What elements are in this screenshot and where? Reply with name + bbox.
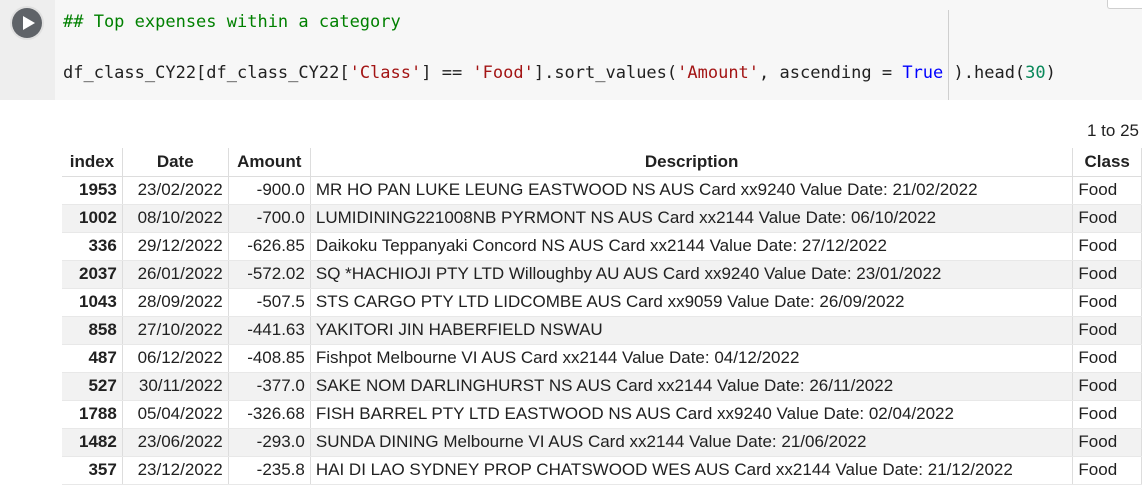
cell-index: 1953 xyxy=(62,176,123,205)
cell-index: 527 xyxy=(62,372,123,401)
cell-date: 30/11/2022 xyxy=(122,372,229,401)
cell-date: 26/01/2022 xyxy=(122,260,229,289)
code-token: ).head( xyxy=(943,63,1026,83)
cell-class: Food xyxy=(1072,456,1142,485)
cell-description: Fishpot Melbourne VI AUS Card xx2144 Val… xyxy=(310,344,1074,373)
code-token: , ascending = xyxy=(759,63,903,83)
cell-class: Food xyxy=(1072,344,1142,373)
code-keyword: True xyxy=(902,63,944,83)
cell-amount: -408.85 xyxy=(228,344,311,373)
cell-index: 1788 xyxy=(62,400,123,429)
cell-index: 2037 xyxy=(62,260,123,289)
cell-description: STS CARGO PTY LTD LIDCOMBE AUS Card xx90… xyxy=(310,288,1074,317)
cell-class: Food xyxy=(1072,204,1142,233)
cell-class: Food xyxy=(1072,232,1142,261)
code-cell[interactable]: ## Top expenses within a category df_cla… xyxy=(0,0,1142,100)
cell-description: YAKITORI JIN HABERFIELD NSWAU xyxy=(310,316,1074,345)
cell-class: Food xyxy=(1072,260,1142,289)
cell-index: 1482 xyxy=(62,428,123,457)
code-token: ] == xyxy=(421,63,473,83)
cell-amount: -900.0 xyxy=(228,176,311,205)
cell-date: 23/06/2022 xyxy=(122,428,229,457)
cell-amount: -326.68 xyxy=(228,400,311,429)
column-header-date[interactable]: Date xyxy=(122,148,229,177)
cell-index: 858 xyxy=(62,316,123,345)
cell-date: 08/10/2022 xyxy=(122,204,229,233)
table-row: 858 27/10/2022 -441.63 YAKITORI JIN HABERFI… xyxy=(62,316,1142,345)
column-header-index[interactable]: index xyxy=(62,148,123,177)
cell-description: MR HO PAN LUKE LEUNG EASTWOOD NS AUS Car… xyxy=(310,176,1074,205)
table-row: 487 06/12/2022 -408.85 Fishpot Melbourne VI… xyxy=(62,344,1142,373)
cell-index: 336 xyxy=(62,232,123,261)
code-line-statement: df_class_CY22[df_class_CY22['Class'] == … xyxy=(63,62,1056,84)
run-cell-button[interactable] xyxy=(12,8,42,38)
code-comment: ## Top expenses within a category xyxy=(63,12,401,32)
table-row: 1043 28/09/2022 -507.5 STS CARGO PTY LTD LI… xyxy=(62,288,1142,317)
cell-description: HAI DI LAO SYDNEY PROP CHATSWOOD WES AUS… xyxy=(310,456,1074,485)
cell-description: SQ *HACHIOJI PTY LTD Willoughby AU AUS C… xyxy=(310,260,1074,289)
code-number: 30 xyxy=(1025,63,1046,83)
cell-date: 28/09/2022 xyxy=(122,288,229,317)
cell-class: Food xyxy=(1072,316,1142,345)
dataframe-table: index Date Amount Description Class 1953… xyxy=(62,148,1142,485)
cell-output: 1 to 25 index Date Amount Description Cl… xyxy=(0,100,1142,492)
cell-class: Food xyxy=(1072,372,1142,401)
cell-amount: -626.85 xyxy=(228,232,311,261)
ruler-guide xyxy=(948,10,949,100)
code-string: 'Amount' xyxy=(677,63,760,83)
table-row: 527 30/11/2022 -377.0 SAKE NOM DARLINGHURST… xyxy=(62,372,1142,401)
cell-date: 06/12/2022 xyxy=(122,344,229,373)
cell-class: Food xyxy=(1072,176,1142,205)
table-row: 357 23/12/2022 -235.8 HAI DI LAO SYDNEY PRO… xyxy=(62,456,1142,485)
table-row: 1953 23/02/2022 -900.0 MR HO PAN LUKE LEUNG… xyxy=(62,176,1142,205)
table-row: 1482 23/06/2022 -293.0 SUNDA DINING Melbour… xyxy=(62,428,1142,457)
cell-class: Food xyxy=(1072,288,1142,317)
cell-description: Daikoku Teppanyaki Concord NS AUS Card x… xyxy=(310,232,1074,261)
cell-class: Food xyxy=(1072,428,1142,457)
code-token: ) xyxy=(1045,63,1056,83)
column-header-description[interactable]: Description xyxy=(310,148,1074,177)
cell-date: 27/10/2022 xyxy=(122,316,229,345)
play-icon xyxy=(23,16,35,30)
cell-toolbar-edge xyxy=(1107,0,1142,9)
code-string: 'Class' xyxy=(349,63,422,83)
column-header-amount[interactable]: Amount xyxy=(228,148,311,177)
cell-gutter xyxy=(0,0,55,100)
cell-amount: -293.0 xyxy=(228,428,311,457)
table-row: 1788 05/04/2022 -326.68 FISH BARREL PTY LTD… xyxy=(62,400,1142,429)
cell-index: 357 xyxy=(62,456,123,485)
cell-date: 23/02/2022 xyxy=(122,176,229,205)
table-body: 1953 23/02/2022 -900.0 MR HO PAN LUKE LEUNG… xyxy=(62,176,1142,485)
cell-amount: -235.8 xyxy=(228,456,311,485)
cell-amount: -441.63 xyxy=(228,316,311,345)
cell-description: FISH BARREL PTY LTD EASTWOOD NS AUS Card… xyxy=(310,400,1074,429)
code-string: 'Food' xyxy=(472,63,534,83)
code-line-comment: ## Top expenses within a category xyxy=(63,11,401,33)
cell-class: Food xyxy=(1072,400,1142,429)
cell-amount: -377.0 xyxy=(228,372,311,401)
cell-index: 1043 xyxy=(62,288,123,317)
cell-description: SAKE NOM DARLINGHURST NS AUS Card xx2144… xyxy=(310,372,1074,401)
table-row: 1002 08/10/2022 -700.0 LUMIDINING221008NB P… xyxy=(62,204,1142,233)
code-token: df_class_CY22[df_class_CY22[ xyxy=(63,63,350,83)
cell-amount: -700.0 xyxy=(228,204,311,233)
cell-index: 1002 xyxy=(62,204,123,233)
cell-date: 05/04/2022 xyxy=(122,400,229,429)
notebook-cell: ## Top expenses within a category df_cla… xyxy=(0,0,1142,492)
cell-description: LUMIDINING221008NB PYRMONT NS AUS Card x… xyxy=(310,204,1074,233)
column-header-class[interactable]: Class xyxy=(1072,148,1142,177)
cell-description: SUNDA DINING Melbourne VI AUS Card xx214… xyxy=(310,428,1074,457)
cell-amount: -572.02 xyxy=(228,260,311,289)
cell-date: 29/12/2022 xyxy=(122,232,229,261)
table-row: 2037 26/01/2022 -572.02 SQ *HACHIOJI PTY LT… xyxy=(62,260,1142,289)
table-header-row: index Date Amount Description Class xyxy=(62,148,1142,177)
cell-date: 23/12/2022 xyxy=(122,456,229,485)
cell-amount: -507.5 xyxy=(228,288,311,317)
code-token: ].sort_values( xyxy=(533,63,678,83)
cell-index: 487 xyxy=(62,344,123,373)
code-editor[interactable]: ## Top expenses within a category df_cla… xyxy=(55,0,1142,100)
table-row: 336 29/12/2022 -626.85 Daikoku Teppanyaki C… xyxy=(62,232,1142,261)
pagination-info: 1 to 25 xyxy=(1087,121,1139,140)
